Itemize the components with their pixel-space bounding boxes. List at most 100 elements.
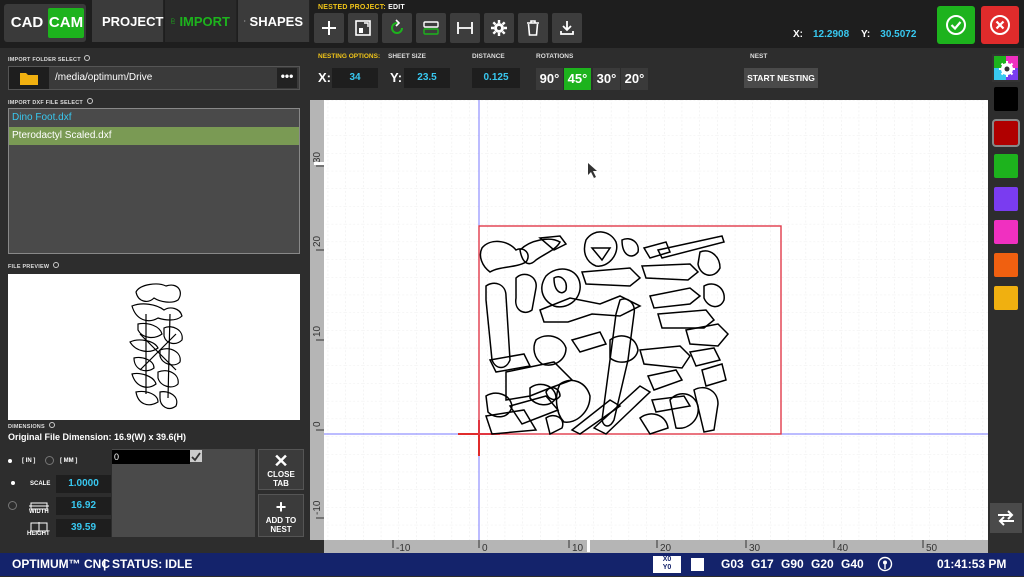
color-swatch-purple[interactable] xyxy=(994,187,1018,211)
cursor-x-value: 12.2908 xyxy=(813,29,850,40)
layout-tool-button[interactable] xyxy=(348,13,378,43)
file-preview-label: FILE PREVIEW xyxy=(8,262,59,270)
x-ruler-label: 50 xyxy=(926,543,938,553)
color-swatch-yellow[interactable] xyxy=(994,286,1018,310)
file-item-pterodactyl[interactable]: Pterodactyl Scaled.dxf xyxy=(9,127,299,145)
rotate-tool-button[interactable] xyxy=(382,13,412,43)
nesting-canvas-area: -10 0 10 20 30 40 50 30 20 10 0 -10 xyxy=(310,100,988,554)
folder-select[interactable]: /media/optimum/Drive ••• xyxy=(8,66,300,90)
cam-tab[interactable]: CAM xyxy=(48,8,84,38)
width-input[interactable]: 16.92 xyxy=(56,497,111,515)
delete-tool-button[interactable] xyxy=(518,13,548,43)
color-swatch-orange[interactable] xyxy=(994,253,1018,277)
file-item-dino-foot[interactable]: Dino Foot.dxf xyxy=(9,109,299,127)
add-to-nest-button[interactable]: + ADD TO NEST xyxy=(258,494,304,537)
sheet-x-input[interactable]: 34 xyxy=(332,68,378,88)
scale-radio[interactable] xyxy=(11,481,15,485)
mirror-tool-button[interactable] xyxy=(416,13,446,43)
color-swatch-black[interactable] xyxy=(994,87,1018,111)
spacing-tool-button[interactable] xyxy=(450,13,480,43)
location-pin-icon[interactable] xyxy=(877,556,893,572)
top-toolbar: CAD CAM PROJECT DXF IMPORT SHAPES NESTED… xyxy=(0,0,1024,48)
x-ruler-label: 0 xyxy=(482,543,488,553)
project-label: PROJECT xyxy=(102,13,164,29)
color-swatch-pink[interactable] xyxy=(994,220,1018,244)
y-ruler-label: 0 xyxy=(312,421,323,427)
start-nesting-button[interactable]: START NESTING xyxy=(744,68,818,88)
import-label: IMPORT xyxy=(179,13,230,29)
gcode-g17: G17 xyxy=(751,557,774,571)
file-select-label: IMPORT DXF FILE SELECT xyxy=(8,98,93,106)
rotate-icon xyxy=(391,19,403,34)
close-circle-icon xyxy=(990,15,1010,35)
download-icon xyxy=(560,21,574,35)
rotation-45[interactable]: 45° xyxy=(564,68,591,90)
info-icon[interactable] xyxy=(86,98,93,104)
stop-icon[interactable] xyxy=(691,558,704,571)
info-icon[interactable] xyxy=(84,55,91,61)
unit-in-radio[interactable] xyxy=(8,458,12,463)
rotation-90[interactable]: 90° xyxy=(536,68,563,90)
swap-button[interactable] xyxy=(990,503,1022,533)
height-label: HEIGHT xyxy=(27,531,50,537)
plus-icon: + xyxy=(275,496,287,517)
browse-more-button[interactable]: ••• xyxy=(277,68,297,88)
swap-arrows-icon xyxy=(998,510,1014,526)
cancel-button[interactable] xyxy=(981,6,1019,44)
folder-select-label: IMPORT FOLDER SELECT xyxy=(8,55,91,63)
gcode-g20: G20 xyxy=(811,557,834,571)
copies-checkbox[interactable] xyxy=(190,450,202,462)
width-icon xyxy=(28,498,50,510)
confirm-button[interactable] xyxy=(937,6,975,44)
download-tool-button[interactable] xyxy=(552,13,582,43)
file-preview-text: FILE PREVIEW xyxy=(8,264,50,270)
cad-tab[interactable]: CAD xyxy=(8,8,46,38)
xy-zero-icon[interactable]: X0 Y0 xyxy=(653,556,681,573)
sheet-y-input[interactable]: 23.5 xyxy=(404,68,450,88)
info-icon[interactable] xyxy=(52,262,59,268)
color-swatch-green[interactable] xyxy=(994,154,1018,178)
checkmark-icon xyxy=(191,452,201,462)
nested-project-label: NESTED PROJECT: xyxy=(318,4,386,11)
nesting-options-bar: NESTING OPTIONS: SHEET SIZE X: 34 Y: 23.… xyxy=(310,48,988,100)
nesting-options-label: NESTING OPTIONS: xyxy=(318,53,381,60)
rotation-30[interactable]: 30° xyxy=(593,68,620,90)
cursor-y-value: 30.5072 xyxy=(880,29,917,40)
cursor-y-readout: Y: 30.5072 xyxy=(861,29,916,40)
sheet-x-label: X: xyxy=(318,70,331,85)
shapes-button[interactable]: SHAPES xyxy=(238,0,310,42)
unit-mm-label: [ MM ] xyxy=(60,458,78,465)
color-swatch-red[interactable] xyxy=(992,119,1020,147)
height-input[interactable]: 39.59 xyxy=(56,519,111,537)
add-tool-button[interactable] xyxy=(314,13,344,43)
cursor-x-label: X: xyxy=(793,29,803,40)
dxf-file-list[interactable]: Dino Foot.dxf Pterodactyl Scaled.dxf xyxy=(8,108,300,254)
rotation-20[interactable]: 20° xyxy=(621,68,648,90)
size-radio[interactable] xyxy=(8,501,17,510)
settings-tool-button[interactable] xyxy=(484,13,514,43)
scale-input[interactable]: 1.0000 xyxy=(56,475,111,493)
status-bar: OPTIMUM™ CNC | STATUS: IDLE X0 Y0 G03 G17… xyxy=(0,553,1024,576)
close-tab-button[interactable]: ✕ CLOSE TAB xyxy=(258,449,304,490)
star-icon xyxy=(244,20,246,22)
unit-mm-radio[interactable] xyxy=(45,456,55,465)
layout-icon xyxy=(355,20,371,36)
info-icon[interactable] xyxy=(48,422,55,428)
dimensions-section-label: DIMENSIONS xyxy=(8,422,55,430)
distance-input[interactable]: 0.125 xyxy=(472,68,520,88)
import-button[interactable]: DXF IMPORT xyxy=(165,0,237,42)
project-button[interactable]: PROJECT xyxy=(92,0,164,42)
layer-settings-button[interactable] xyxy=(992,54,1020,82)
y-ruler-label: 20 xyxy=(312,235,323,247)
horizontal-ruler xyxy=(324,540,988,553)
original-dimension: Original File Dimension: 16.9(W) x 39.6(… xyxy=(8,432,187,442)
cad-cam-switch: CAD CAM xyxy=(4,4,86,42)
nesting-canvas[interactable]: -10 0 10 20 30 40 50 30 20 10 0 -10 xyxy=(310,100,988,554)
x-ruler-label: 10 xyxy=(572,543,584,553)
x-ruler-cursor-marker xyxy=(587,538,590,552)
folder-button[interactable] xyxy=(9,67,49,89)
unit-select: [ IN ] [ MM ] xyxy=(8,456,77,465)
copies-input[interactable]: 0 xyxy=(112,450,190,464)
rotations-label: ROTATIONS xyxy=(536,53,574,60)
status-value: IDLE xyxy=(165,557,193,571)
